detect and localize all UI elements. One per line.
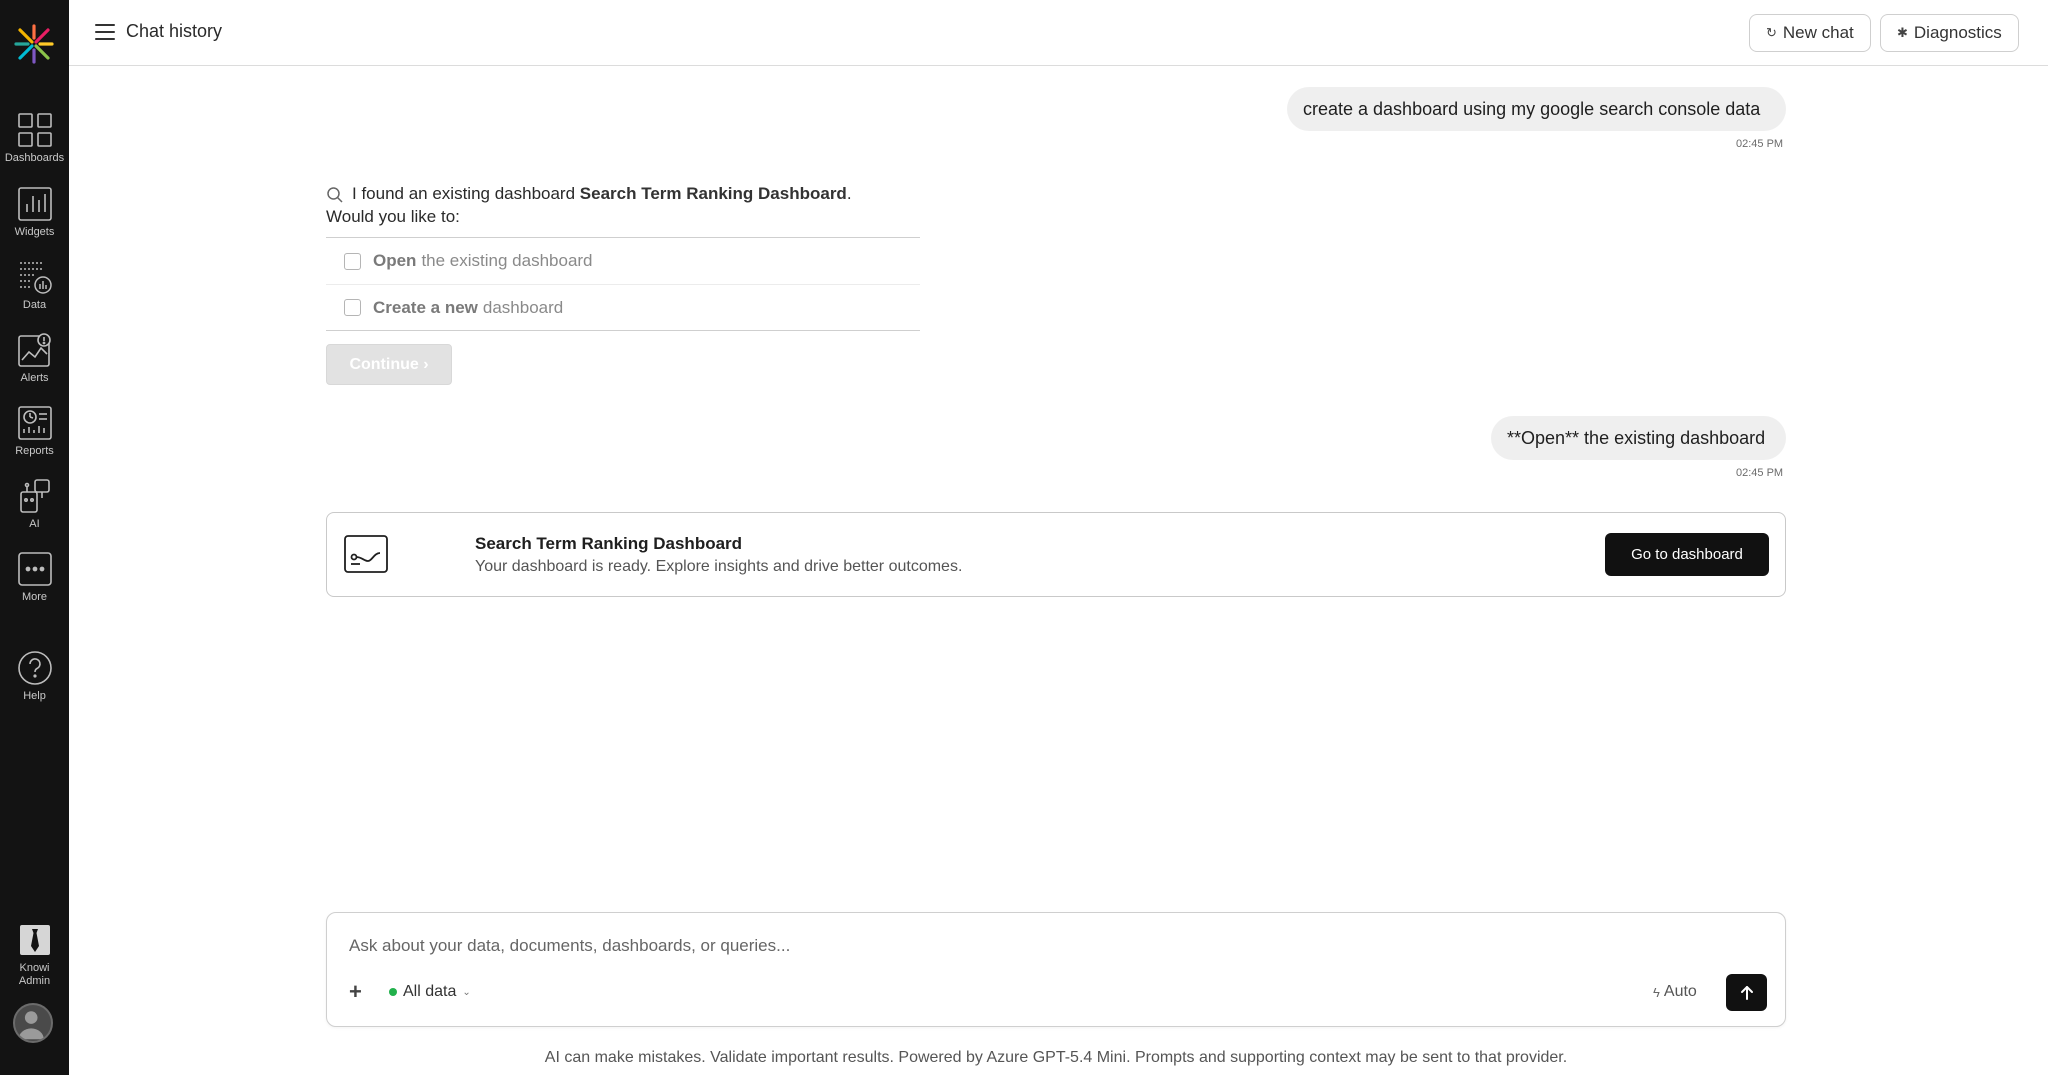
user-message-text: create a dashboard using my google searc…	[1303, 98, 1761, 119]
option-bold-text: Open	[373, 251, 417, 270]
admin-label-line1: Knowi	[19, 962, 50, 974]
user-message: **Open** the existing dashboard	[1491, 416, 1786, 460]
alerts-icon	[17, 333, 51, 367]
page-title: Chat history	[126, 21, 223, 41]
go-to-dashboard-button[interactable]: Go to dashboard	[1605, 533, 1769, 576]
status-dot	[389, 988, 397, 996]
dashboard-card-title: Search Term Ranking Dashboard	[475, 534, 743, 553]
message-timestamp: 02:45 PM	[1736, 138, 1784, 150]
option-create-new[interactable]: Create a new dashboard	[326, 284, 920, 330]
option-text: dashboard	[482, 297, 564, 317]
assistant-intro-prefix: I found an existing dashboard	[352, 184, 580, 203]
option-text: the existing dashboard	[421, 251, 593, 270]
mode-selector[interactable]: ϟ Auto	[1653, 983, 1697, 1001]
refresh-icon: ↻	[1766, 25, 1777, 40]
dashboard-card-subtitle: Your dashboard is ready. Explore insight…	[475, 558, 963, 575]
more-icon	[17, 552, 52, 586]
chevron-down-icon: ⌄	[462, 986, 471, 998]
option-open-existing[interactable]: Open the existing dashboard	[326, 238, 920, 284]
widgets-icon	[17, 187, 52, 221]
reports-icon	[17, 406, 52, 440]
send-button[interactable]	[1726, 974, 1767, 1011]
user-avatar-icon	[18, 1011, 44, 1040]
data-source-selector[interactable]: All data ⌄	[389, 983, 471, 1001]
search-icon	[327, 186, 343, 203]
message-timestamp: 02:45 PM	[1736, 467, 1784, 479]
diagnostics-button[interactable]: ✱ Diagnostics	[1880, 14, 2019, 52]
sidebar-item-alerts[interactable]: Alerts	[0, 332, 69, 385]
sidebar-item-admin[interactable]: Knowi Admin	[0, 922, 69, 988]
assistant-message: I found an existing dashboard Search Ter…	[326, 182, 852, 228]
add-attachment-icon[interactable]: +	[349, 981, 362, 1003]
diagnostics-label: Diagnostics	[1913, 23, 2002, 42]
existing-dashboard-name: Search Term Ranking Dashboard	[579, 184, 847, 203]
assistant-intro-suffix: .	[846, 184, 852, 203]
admin-icon	[19, 925, 50, 955]
sidebar-item-help[interactable]: Help	[0, 650, 69, 703]
mode-label: Auto	[1663, 983, 1697, 1000]
admin-label-line2: Admin	[18, 975, 51, 987]
new-chat-label: New chat	[1782, 23, 1854, 42]
bug-icon: ✱	[1897, 25, 1908, 40]
dashboard-result-card: Search Term Ranking Dashboard Your dashb…	[326, 512, 1786, 597]
help-icon	[17, 651, 52, 685]
sidebar-item-label: More	[21, 591, 48, 603]
dashboard-thumbnail-icon	[344, 535, 388, 573]
checkbox[interactable]	[344, 252, 361, 270]
sidebar-item-data[interactable]: Data	[0, 259, 69, 312]
avatar[interactable]	[13, 1003, 53, 1043]
sidebar-item-more[interactable]: More	[0, 551, 69, 604]
data-icon	[19, 262, 52, 294]
checkbox[interactable]	[344, 299, 361, 316]
user-message: create a dashboard using my google searc…	[1287, 87, 1786, 131]
user-message-text: **Open** the existing dashboard	[1507, 427, 1766, 448]
data-source-label: All data	[403, 983, 457, 1000]
dashboards-icon	[17, 113, 52, 147]
sidebar-item-label: Reports	[15, 445, 54, 457]
sidebar-item-ai[interactable]: AI	[0, 478, 69, 531]
ai-disclaimer: AI can make mistakes. Validate important…	[544, 1049, 1568, 1066]
choice-list: Open the existing dashboard Create a new…	[326, 237, 920, 331]
sidebar-item-label: Help	[23, 690, 46, 702]
sidebar-item-dashboards[interactable]: Dashboards	[0, 112, 69, 165]
chat-input[interactable]	[349, 933, 1649, 959]
bolt-icon: ϟ	[1653, 984, 1660, 1000]
continue-button[interactable]: Continue ›	[326, 344, 452, 385]
chat-composer: + All data ⌄ ϟ Auto	[326, 912, 1786, 1027]
sidebar-item-label: Dashboards	[4, 152, 65, 164]
menu-icon[interactable]	[95, 22, 117, 42]
sidebar-item-label: AI	[29, 518, 40, 530]
assistant-question: Would you like to:	[326, 207, 460, 226]
option-bold-text: Create a new	[373, 297, 478, 317]
new-chat-button[interactable]: ↻ New chat	[1749, 14, 1871, 52]
sidebar: Dashboards Widgets Data Alerts Reports A…	[0, 0, 69, 1075]
sidebar-item-widgets[interactable]: Widgets	[0, 186, 69, 239]
sidebar-item-label: Alerts	[20, 372, 49, 384]
sidebar-item-label: Widgets	[14, 226, 55, 238]
sidebar-item-label: Data	[22, 299, 47, 311]
arrow-up-icon	[1740, 985, 1753, 1000]
knowi-logo-icon[interactable]	[12, 22, 56, 66]
top-header: Chat history ↻ New chat ✱ Diagnostics	[69, 0, 2048, 66]
ai-icon	[19, 479, 50, 513]
sidebar-item-reports[interactable]: Reports	[0, 405, 69, 458]
